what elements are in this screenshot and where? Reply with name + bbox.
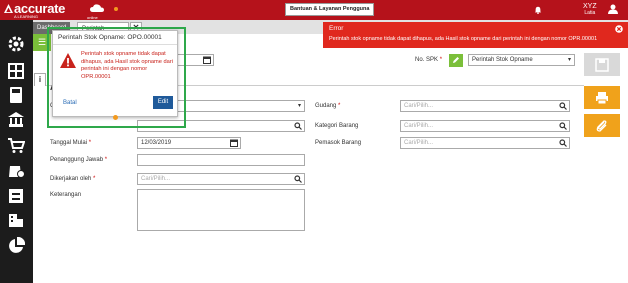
- print-button[interactable]: [584, 86, 620, 109]
- cancel-button[interactable]: Batal: [63, 100, 77, 106]
- kategori-barang-label: Kategori Barang: [315, 123, 359, 129]
- tanggal-mulai-text: Tanggal Mulai: [50, 140, 88, 146]
- pie-chart-icon[interactable]: [7, 237, 25, 255]
- placeholder: Cari/Pilih...: [404, 103, 434, 109]
- pemasok-barang-field[interactable]: Cari/Pilih...: [400, 137, 570, 149]
- user-icon[interactable]: [608, 4, 618, 14]
- gudang-field[interactable]: Cari/Pilih...: [400, 100, 570, 112]
- toast-title: Error: [329, 25, 344, 32]
- placeholder: Cari/Pilih...: [404, 123, 434, 129]
- kategori-barang-field[interactable]: Cari/Pilih...: [400, 120, 570, 132]
- no-spk-value: Perintah Stok Opname: [472, 57, 533, 63]
- tanggal-mulai-value: 12/03/2019: [141, 140, 172, 146]
- cart-icon[interactable]: [7, 137, 25, 155]
- status-dot: [113, 115, 118, 120]
- calculator-icon[interactable]: [7, 86, 25, 104]
- search-icon[interactable]: [559, 102, 567, 110]
- popup-divider: [53, 44, 177, 45]
- pemasok-barang-label: Pemasok Barang: [315, 140, 362, 146]
- no-spk-select[interactable]: Perintah Stok Opname ▾: [468, 54, 575, 66]
- tanggal-mulai-field[interactable]: 12/03/2019: [137, 137, 241, 149]
- penanggung-jawab-text: Penanggung Jawab: [50, 157, 104, 163]
- popup-title: Perintah Stok Opname: OPO.00001: [58, 34, 162, 41]
- required-mark: *: [88, 140, 92, 146]
- search-icon[interactable]: [559, 139, 567, 147]
- accurate-logo[interactable]: accurate A LEARNING online: [4, 1, 124, 20]
- save-button[interactable]: [584, 53, 620, 76]
- placeholder: Cari/Pilih...: [404, 140, 434, 146]
- help-button[interactable]: Bantuan & Layanan Pengguna: [285, 3, 375, 16]
- search-icon[interactable]: [559, 122, 567, 130]
- tab-info[interactable]: i: [34, 73, 46, 86]
- popup-message: Perintah stok opname tidak dapat dihapus…: [81, 51, 174, 80]
- required-mark: *: [104, 157, 108, 163]
- keterangan-textarea[interactable]: [137, 189, 305, 231]
- required-mark: *: [338, 103, 341, 109]
- grid-icon[interactable]: [7, 62, 25, 80]
- required-mark: *: [93, 176, 96, 182]
- error-toast: Error Perintah stok opname tidak dapat d…: [323, 22, 628, 48]
- keterangan-label: Keterangan: [50, 192, 82, 198]
- calendar-icon[interactable]: [203, 56, 211, 64]
- search-icon[interactable]: [294, 175, 302, 183]
- archive-icon[interactable]: [7, 187, 25, 205]
- building-icon[interactable]: [7, 211, 25, 229]
- bell-icon[interactable]: [534, 6, 542, 14]
- dikerjakan-oleh-field[interactable]: Cari/Pilih...: [137, 173, 305, 185]
- bag-icon[interactable]: [7, 161, 25, 179]
- no-spk-label: No. SPK *: [415, 57, 442, 63]
- chevron-down-icon: ▾: [297, 103, 301, 109]
- logo-sub: A LEARNING: [14, 14, 39, 19]
- search-icon[interactable]: [294, 122, 302, 130]
- sidebar: [0, 20, 33, 283]
- bank-icon[interactable]: [7, 111, 25, 129]
- penanggung-jawab-field[interactable]: [137, 154, 305, 166]
- user-name: XYZ: [583, 3, 597, 10]
- gear-icon[interactable]: [7, 35, 25, 53]
- top-bar: accurate A LEARNING online Bantuan & Lay…: [0, 0, 628, 20]
- edit-number-button[interactable]: [449, 54, 463, 67]
- dikerjakan-oleh-text: Dikerjakan oleh: [50, 176, 92, 182]
- gudang-label: Gudang *: [315, 103, 340, 109]
- pencil-icon: [453, 57, 459, 63]
- penanggung-jawab-label: Penanggung Jawab *: [50, 157, 107, 163]
- paperclip-icon: [596, 120, 607, 132]
- gudang-text: Gudang: [315, 103, 337, 109]
- chevron-down-icon: ▾: [567, 57, 571, 63]
- cloud-icon: [90, 4, 104, 12]
- save-icon: [595, 58, 609, 72]
- edit-button[interactable]: Edit: [153, 96, 173, 109]
- confirm-popup: Perintah Stok Opname: OPO.00001 Perintah…: [52, 30, 178, 117]
- calendar-icon[interactable]: [230, 139, 238, 147]
- user-info[interactable]: XYZ Latia: [583, 3, 597, 17]
- placeholder: Cari/Pilih...: [141, 176, 171, 182]
- close-icon[interactable]: [615, 25, 623, 33]
- warning-icon: [60, 53, 76, 68]
- tanggal-mulai-label: Tanggal Mulai *: [50, 140, 91, 146]
- required-mark: *: [439, 57, 443, 63]
- status-dot: [114, 7, 118, 11]
- user-sub: Latia: [584, 10, 596, 16]
- print-icon: [596, 92, 608, 105]
- logo-mark-icon: [4, 4, 13, 13]
- no-spk-label-text: No. SPK: [415, 57, 439, 63]
- attachment-button[interactable]: [584, 114, 620, 137]
- toast-message: Perintah stok opname tidak dapat dihapus…: [329, 36, 598, 42]
- dikerjakan-oleh-label: Dikerjakan oleh *: [50, 176, 95, 182]
